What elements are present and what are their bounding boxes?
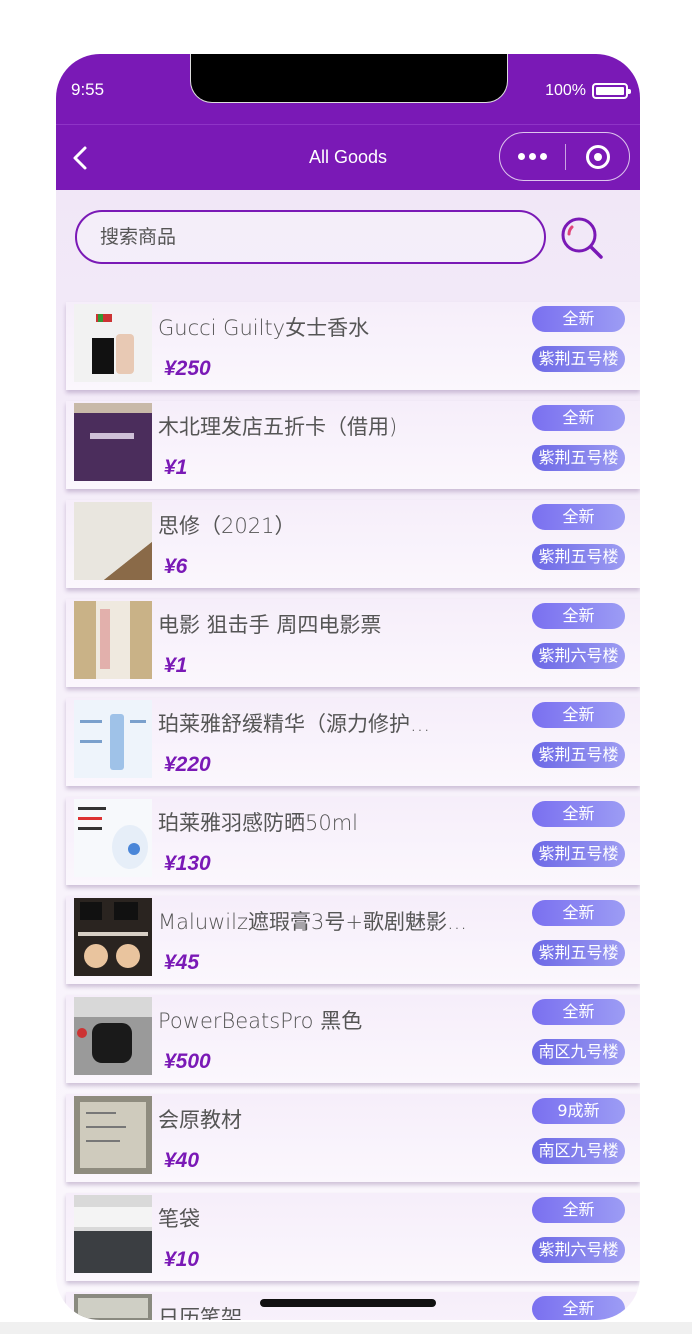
page-bottom-band: [0, 1322, 692, 1334]
item-thumbnail: [74, 502, 152, 580]
condition-badge: 全新: [532, 405, 625, 431]
condition-badge: 全新: [532, 801, 625, 827]
close-miniprogram-icon[interactable]: [566, 133, 629, 180]
location-badge: 紫荆五号楼: [532, 544, 625, 570]
item-title: 笔袋: [158, 1207, 200, 1231]
item-price: ¥130: [164, 852, 211, 875]
list-item[interactable]: Gucci Guilty女士香水 ¥250 全新 紫荆五号楼: [66, 302, 640, 390]
item-title: PowerBeatsPro 黑色: [158, 1009, 363, 1033]
condition-badge: 9成新: [532, 1098, 625, 1124]
list-item[interactable]: 电影 狙击手 周四电影票 ¥1 全新 紫荆六号楼: [66, 599, 640, 687]
condition-badge: 全新: [532, 306, 625, 332]
navigation-bar: All Goods: [56, 124, 640, 190]
home-indicator: [260, 1299, 436, 1307]
location-badge: 南区九号楼: [532, 1039, 625, 1065]
list-item[interactable]: PowerBeatsPro 黑色 ¥500 全新 南区九号楼: [66, 995, 640, 1083]
list-item[interactable]: Maluwilz遮瑕膏3号+歌剧魅影... ¥45 全新 紫荆五号楼: [66, 896, 640, 984]
item-title: Gucci Guilty女士香水: [158, 316, 370, 340]
condition-badge: 全新: [532, 999, 625, 1025]
item-price: ¥1: [164, 456, 188, 479]
item-price: ¥6: [164, 555, 188, 578]
location-badge: 紫荆五号楼: [532, 445, 625, 471]
condition-badge: 全新: [532, 900, 625, 926]
battery-icon: [592, 83, 631, 99]
item-title: 木北理发店五折卡（借用): [158, 415, 398, 439]
list-item[interactable]: 思修（2021） ¥6 全新 紫荆五号楼: [66, 500, 640, 588]
condition-badge: 全新: [532, 504, 625, 530]
item-price: ¥220: [164, 753, 211, 776]
list-item[interactable]: 会原教材 ¥40 9成新 南区九号楼: [66, 1094, 640, 1182]
notch: [190, 54, 508, 103]
item-thumbnail: [74, 700, 152, 778]
item-price: ¥250: [164, 357, 211, 380]
goods-list: Gucci Guilty女士香水 ¥250 全新 紫荆五号楼 木北理发店五折卡（…: [66, 302, 640, 1320]
search-input[interactable]: [75, 210, 546, 264]
item-price: ¥45: [164, 951, 200, 974]
item-thumbnail: [74, 898, 152, 976]
location-badge: 紫荆五号楼: [532, 940, 625, 966]
location-badge: 紫荆六号楼: [532, 643, 625, 669]
item-title: 珀莱雅舒缓精华（源力修护...: [158, 712, 431, 736]
item-title: Maluwilz遮瑕膏3号+歌剧魅影...: [158, 910, 467, 934]
item-thumbnail: [74, 1096, 152, 1174]
search-area: [56, 190, 640, 284]
status-battery: 100%: [545, 82, 631, 100]
location-badge: 紫荆五号楼: [532, 841, 625, 867]
item-price: ¥10: [164, 1248, 200, 1271]
item-thumbnail: [74, 304, 152, 382]
location-badge: 紫荆五号楼: [532, 346, 625, 372]
item-title: 珀莱雅羽感防晒50ml: [158, 811, 359, 835]
more-dots-icon[interactable]: [500, 133, 565, 180]
condition-badge: 全新: [532, 603, 625, 629]
item-price: ¥40: [164, 1149, 200, 1172]
item-title: 思修（2021）: [158, 514, 296, 538]
item-thumbnail: [74, 403, 152, 481]
item-thumbnail: [74, 997, 152, 1075]
condition-badge: 全新: [532, 1197, 625, 1223]
item-title: 会原教材: [158, 1108, 242, 1132]
item-thumbnail: [74, 799, 152, 877]
location-badge: 紫荆五号楼: [532, 742, 625, 768]
menu-capsule: [499, 132, 630, 181]
item-thumbnail: [74, 1195, 152, 1273]
location-badge: 南区九号楼: [532, 1138, 625, 1164]
status-time: 9:55: [71, 80, 105, 99]
condition-badge: 全新: [532, 702, 625, 728]
list-item[interactable]: 笔袋 ¥10 全新 紫荆六号楼: [66, 1193, 640, 1281]
list-item[interactable]: 珀莱雅舒缓精华（源力修护... ¥220 全新 紫荆五号楼: [66, 698, 640, 786]
item-title: 电影 狙击手 周四电影票: [158, 613, 382, 637]
list-item[interactable]: 珀莱雅羽感防晒50ml ¥130 全新 紫荆五号楼: [66, 797, 640, 885]
list-item[interactable]: 木北理发店五折卡（借用) ¥1 全新 紫荆五号楼: [66, 401, 640, 489]
item-thumbnail: [74, 1294, 152, 1320]
item-price: ¥500: [164, 1050, 211, 1073]
location-badge: 紫荆六号楼: [532, 1237, 625, 1263]
condition-badge: 全新: [532, 1296, 625, 1320]
search-icon[interactable]: [558, 214, 606, 262]
phone-frame: 9:55 100% All Goods 搜索商品 Gucci Guilty女士香…: [56, 54, 640, 1320]
battery-percent: 100%: [545, 82, 586, 99]
item-price: ¥1: [164, 654, 188, 677]
item-thumbnail: [74, 601, 152, 679]
status-bar: 9:55 100%: [56, 54, 640, 124]
